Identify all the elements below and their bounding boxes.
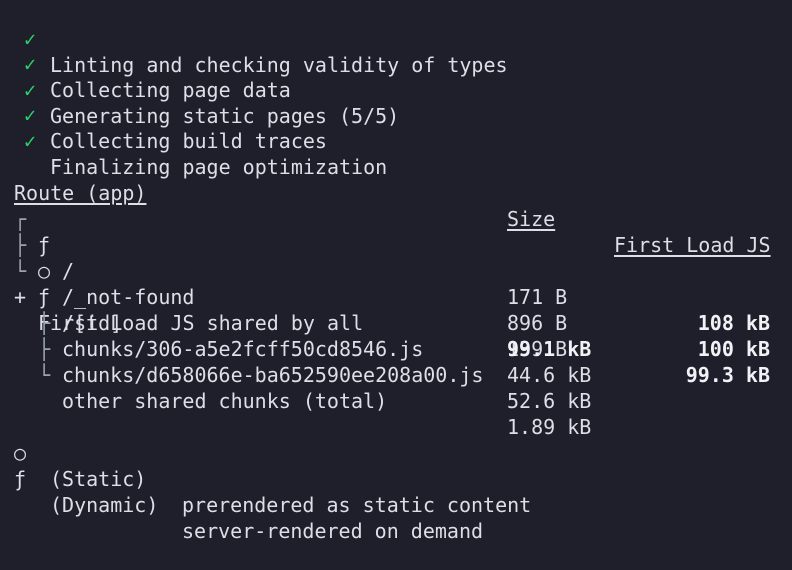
- route-size: 171 B: [507, 285, 568, 309]
- chunk-name: chunks/d658066e-ba652590ee208a00.js: [62, 363, 484, 387]
- route-first-load: 100 kB: [697, 337, 770, 361]
- route-path: /_not-found: [62, 285, 195, 309]
- legend-item: ƒ (Dynamic) server-rendered on demand: [0, 440, 483, 543]
- chunk-row: ├ chunks/306-a5e2fcff50cd8546.js 44.6 kB: [0, 284, 591, 387]
- chunk-size: 52.6 kB: [507, 389, 592, 413]
- chunk-name: other shared chunks (total): [62, 389, 388, 413]
- build-step: ✓ Linting and checking validity of types: [0, 0, 508, 77]
- build-step: ✓ Finalizing page optimization: [0, 102, 387, 179]
- terminal-output: ✓ Linting and checking validity of types…: [0, 0, 792, 543]
- route-row: └ ƒ /[id] 139 B 99.3 kB: [0, 232, 770, 387]
- shared-js-size: 99.1 kB: [507, 337, 592, 361]
- dynamic-icon: ƒ: [14, 467, 27, 491]
- route-first-load: 99.3 kB: [685, 363, 770, 387]
- build-step-label: Finalizing page optimization: [50, 155, 388, 179]
- first-load-column-header: First Load JS: [614, 233, 771, 257]
- legend-item: ○ (Static) prerendered as static content: [0, 414, 531, 517]
- build-step-label: Collecting page data: [50, 78, 291, 102]
- legend-name: (Static): [50, 467, 147, 491]
- checkmark-icon: ✓: [24, 129, 37, 153]
- build-step: ✓ Collecting page data: [0, 25, 291, 102]
- chunk-size: 1.89 kB: [507, 415, 592, 439]
- size-column-header: Size: [507, 207, 556, 231]
- build-step: ✓ Collecting build traces: [0, 76, 327, 153]
- shared-js-row: + First Load JS shared by all 99.1 kB: [0, 258, 591, 361]
- shared-js-label: First Load JS shared by all: [38, 311, 364, 335]
- build-step-label: Linting and checking validity of types: [50, 53, 508, 77]
- legend-name: (Dynamic): [50, 493, 159, 517]
- build-step-label: Generating static pages (5/5): [50, 104, 400, 128]
- build-step-label: Collecting build traces: [50, 129, 327, 153]
- chunk-row: ├ chunks/d658066e-ba652590ee208a00.js 52…: [0, 310, 591, 413]
- chunk-name: chunks/306-a5e2fcff50cd8546.js: [62, 337, 424, 361]
- route-table-header: Route (app) Size First Load JS: [0, 154, 771, 257]
- chunk-size: 44.6 kB: [507, 363, 592, 387]
- route-path: /: [62, 259, 75, 283]
- tree-connector: └: [38, 363, 51, 387]
- chunk-row: └ other shared chunks (total) 1.89 kB: [0, 336, 591, 439]
- build-step: ✓ Generating static pages (5/5): [0, 51, 399, 128]
- route-first-load: 108 kB: [697, 311, 770, 335]
- route-row: ├ ○ /_not-found 896 B 100 kB: [0, 206, 770, 361]
- route-size: 896 B: [507, 311, 568, 335]
- route-row: ┌ ƒ / 171 B 108 kB: [0, 180, 770, 335]
- legend-description: server-rendered on demand: [182, 519, 484, 543]
- legend-description: prerendered as static content: [182, 493, 532, 517]
